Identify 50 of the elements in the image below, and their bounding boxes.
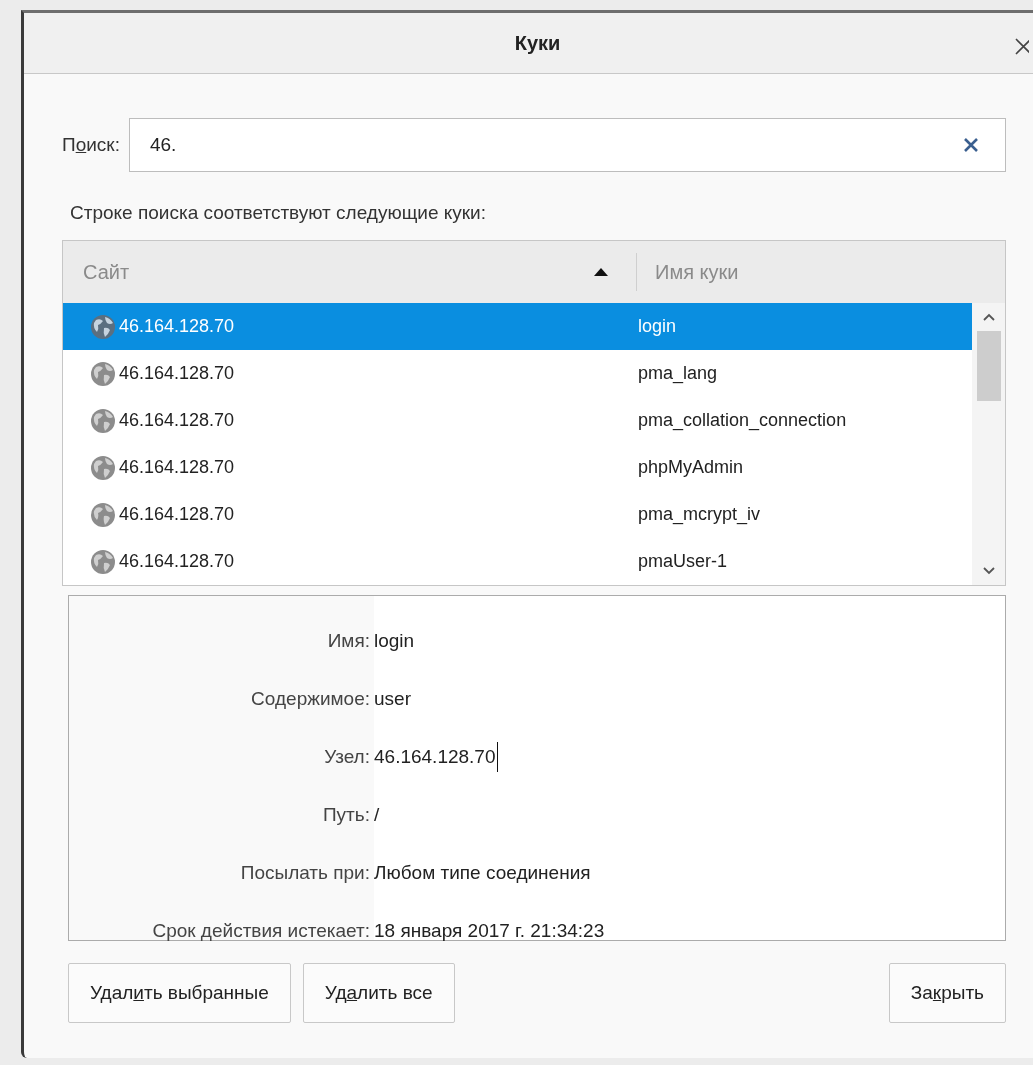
field-value[interactable]: 18 января 2017 г. 21:34:23 [374, 920, 605, 942]
scrollbar[interactable] [972, 303, 1005, 585]
field-label: Путь: [321, 804, 371, 826]
dialog-button[interactable]: Удалить все [302, 963, 455, 1023]
scroll-thumb[interactable] [976, 331, 1001, 401]
field-value[interactable]: 46.164.128.70 [374, 742, 498, 772]
matches-label: Строке поиска соответствуют следующие куки: [70, 202, 487, 224]
search-label: Поиск: [62, 134, 120, 156]
field-label: Имя: [326, 630, 371, 652]
clear-icon[interactable] [964, 138, 978, 152]
field-label: Посылать при: [239, 862, 371, 884]
globe-icon [90, 360, 116, 387]
cookie-name-cell: pma_collation_connection [638, 410, 847, 430]
field-value[interactable]: Любом типе соединения [374, 862, 591, 884]
field-value[interactable]: / [374, 804, 380, 826]
cookie-row[interactable]: 46.164.128.70 pma_mcrypt_iv [63, 491, 972, 538]
cookie-row[interactable]: 46.164.128.70 pma_lang [63, 350, 972, 397]
cookie-row[interactable]: 46.164.128.70 pmaUser-1 [63, 538, 972, 585]
field-value[interactable]: login [374, 630, 415, 652]
close-icon[interactable] [1015, 37, 1029, 55]
sort-up-icon [594, 268, 608, 276]
site-cell: 46.164.128.70 [119, 457, 235, 478]
globe-icon [90, 548, 116, 575]
site-cell: 46.164.128.70 [119, 504, 235, 525]
site-cell: 46.164.128.70 [119, 316, 235, 337]
site-cell: 46.164.128.70 [119, 551, 235, 572]
cookie-name-cell: login [638, 316, 677, 336]
globe-icon [90, 407, 116, 434]
cookie-row[interactable]: 46.164.128.70 pma_collation_connection [63, 397, 972, 444]
dialog-button[interactable]: Удалить выбранные [68, 963, 291, 1023]
cookie-name-cell: pma_mcrypt_iv [638, 504, 761, 524]
scroll-up-icon[interactable] [982, 313, 995, 321]
dialog-button[interactable]: Закрыть [888, 963, 1006, 1023]
field-label: Содержимое: [250, 688, 371, 710]
cookie-row[interactable]: 46.164.128.70 login [63, 303, 972, 350]
cookie-name-cell: pmaUser-1 [638, 551, 728, 571]
site-cell: 46.164.128.70 [119, 410, 235, 431]
site-cell: 46.164.128.70 [119, 363, 235, 384]
globe-icon [90, 313, 116, 340]
scroll-down-icon[interactable] [982, 567, 995, 575]
window-title: Куки [514, 31, 561, 55]
field-label: Срок действия истекает: [151, 920, 371, 942]
search-field[interactable]: 46. [128, 118, 1006, 172]
globe-icon [90, 501, 116, 528]
globe-icon [90, 454, 116, 481]
cookie-name-cell: phpMyAdmin [638, 457, 744, 477]
cookie-name-cell: pma_lang [638, 363, 718, 383]
cookie-row[interactable]: 46.164.128.70 phpMyAdmin [63, 444, 972, 491]
field-value[interactable]: user [374, 688, 411, 710]
field-label: Узел: [323, 746, 371, 768]
